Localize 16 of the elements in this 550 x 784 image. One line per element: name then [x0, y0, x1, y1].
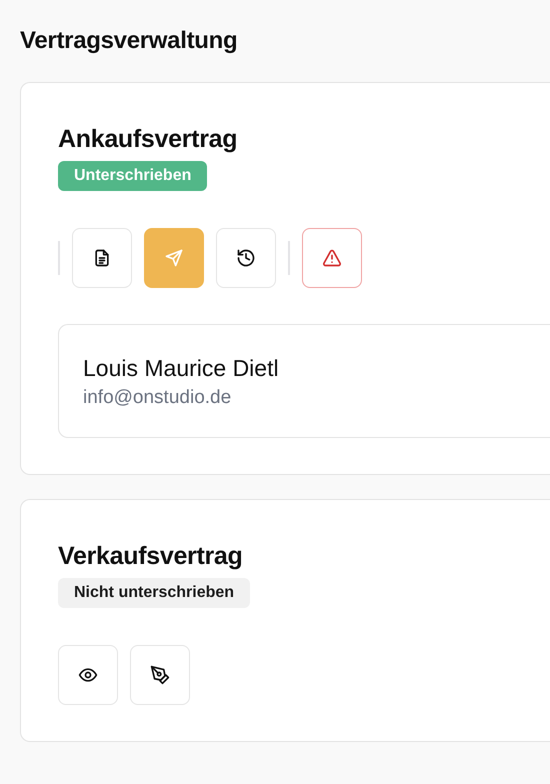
contract-title: Verkaufsvertrag: [58, 541, 244, 572]
document-button[interactable]: [72, 228, 132, 288]
pen-nib-icon: [150, 665, 170, 685]
history-button[interactable]: [216, 228, 276, 288]
warning-button[interactable]: [302, 228, 362, 288]
history-icon: [236, 248, 256, 268]
contract-title: Ankaufsvertrag: [58, 124, 238, 155]
warning-icon: [322, 248, 342, 268]
contact-name: Louis Maurice Dietl: [83, 354, 280, 383]
pen-nib-button[interactable]: [130, 645, 190, 705]
send-icon: [164, 248, 184, 268]
contact-email: info@onstudio.de: [83, 386, 232, 410]
page-title: Vertragsverwaltung: [20, 26, 238, 56]
status-badge: Unterschrieben: [58, 161, 208, 191]
eye-button[interactable]: [58, 645, 118, 705]
status-badge: Nicht unterschrieben: [58, 578, 250, 608]
